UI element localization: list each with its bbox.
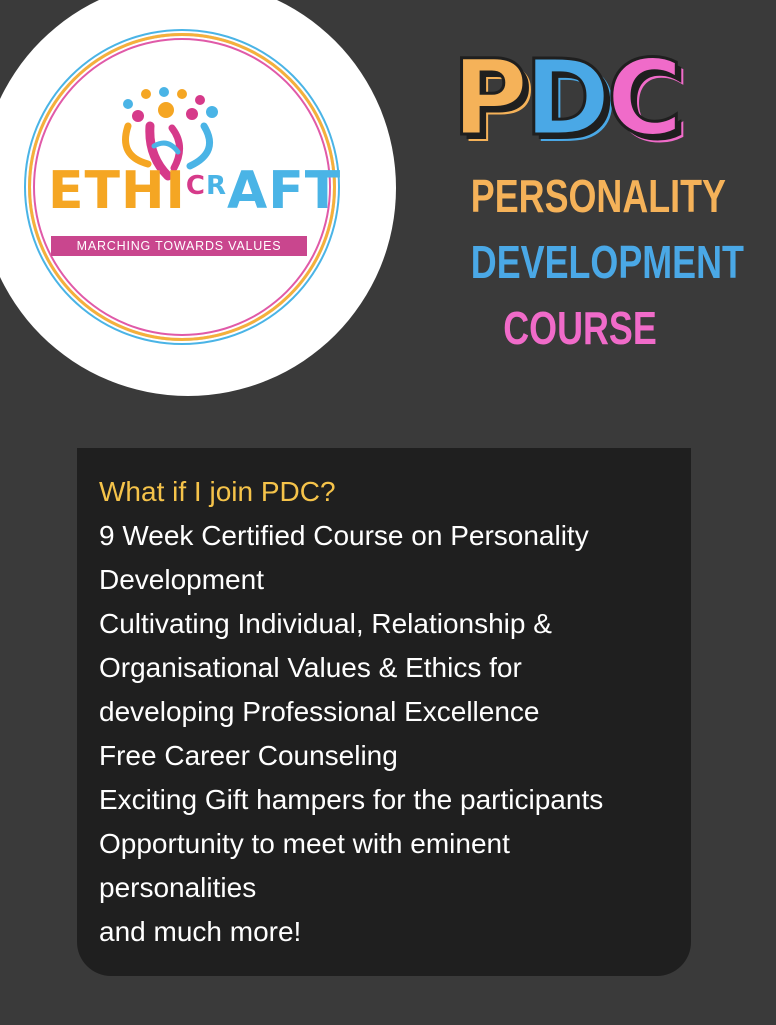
card-line: Development <box>99 564 264 595</box>
ethicraft-wordmark: ETHICRAFT <box>48 165 340 217</box>
card-line: Free Career Counseling <box>99 740 398 771</box>
title-development: DEVELOPMENT <box>470 236 744 288</box>
logo-tagline: MARCHING TOWARDS VALUES <box>51 236 307 256</box>
pdc-heading: PDC <box>450 37 722 160</box>
card-line: Exciting Gift hampers for the participan… <box>99 784 604 815</box>
card-line: Opportunity to meet with eminent <box>99 828 510 859</box>
info-card: What if I join PDC? 9 Week Certified Cou… <box>77 448 691 976</box>
wordmark-r: R <box>205 171 227 201</box>
card-line: and much more! <box>99 916 302 947</box>
wordmark-c: C <box>185 171 206 201</box>
pdc-letter-p: P <box>450 37 529 160</box>
card-line: personalities <box>99 872 257 903</box>
card-line: Cultivating Individual, Relationship & <box>99 608 552 639</box>
title-personality: PERSONALITY <box>470 170 726 222</box>
pdc-letter-c: C <box>605 37 684 160</box>
wordmark-aft: AFT <box>226 161 342 221</box>
title-course: COURSE <box>503 302 657 354</box>
pdc-letter-d: D <box>523 37 612 160</box>
card-line: Organisational Values & Ethics for <box>99 652 522 683</box>
card-line: developing Professional Excellence <box>99 696 540 727</box>
card-line: 9 Week Certified Course on Personality <box>99 520 589 551</box>
info-card-text: What if I join PDC? 9 Week Certified Cou… <box>99 470 689 954</box>
wordmark-ethi: ETHI <box>48 161 186 221</box>
card-question: What if I join PDC? <box>99 476 336 507</box>
